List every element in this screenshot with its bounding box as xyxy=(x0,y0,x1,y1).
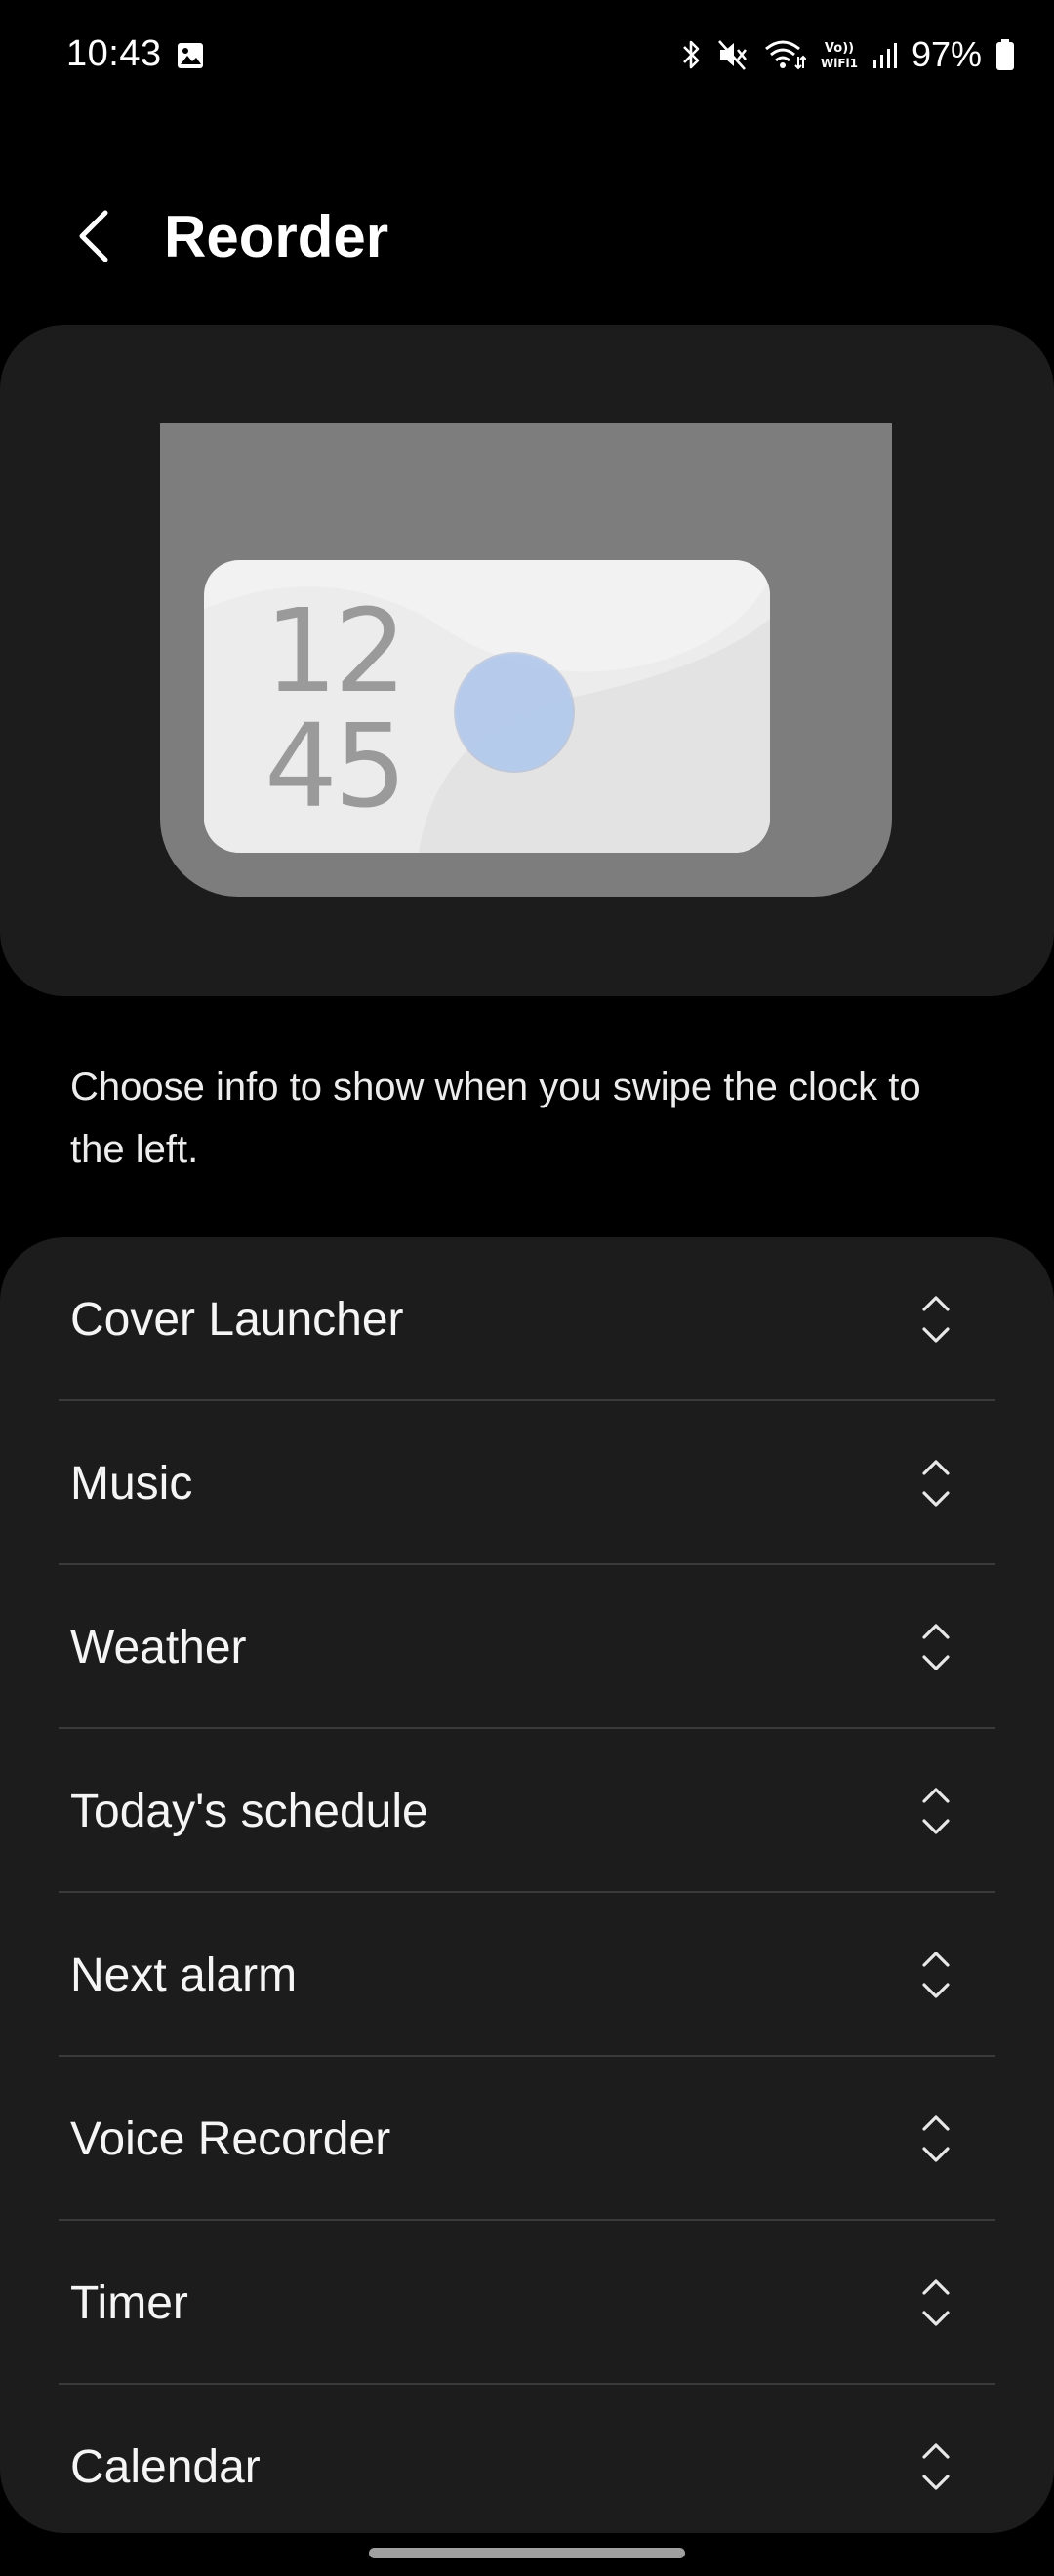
list-item[interactable]: Next alarm xyxy=(0,1893,1054,2057)
back-button[interactable] xyxy=(55,199,133,277)
clock-widget: 12 45 xyxy=(204,560,770,853)
vowifi-icon: Vo)) WiFi1 xyxy=(820,37,859,72)
description-text: Choose info to show when you swipe the c… xyxy=(70,1066,921,1171)
list-item-label: Cover Launcher xyxy=(70,1293,404,1346)
clock-minute: 45 xyxy=(264,699,407,833)
clock-hour: 12 xyxy=(264,584,407,718)
battery-icon xyxy=(995,37,1015,72)
reorder-handle-icon[interactable] xyxy=(902,1444,970,1522)
reorder-handle-icon[interactable] xyxy=(902,2428,970,2506)
battery-percent: 97% xyxy=(911,34,982,74)
list-item[interactable]: Timer xyxy=(0,2221,1054,2385)
bluetooth-icon xyxy=(679,37,703,72)
reorder-handle-icon[interactable] xyxy=(902,1280,970,1358)
status-time: 10:43 xyxy=(66,33,162,74)
list-item-label: Timer xyxy=(70,2276,188,2329)
list-item-label: Next alarm xyxy=(70,1949,298,2001)
list-item[interactable]: Today's schedule xyxy=(0,1729,1054,1893)
clock-digits: 12 45 xyxy=(261,593,407,824)
signal-icon xyxy=(872,37,898,72)
list-item[interactable]: Music xyxy=(0,1401,1054,1565)
list-item[interactable]: Cover Launcher xyxy=(0,1237,1054,1401)
preview-card: 12 45 xyxy=(0,325,1054,996)
reorder-handle-icon[interactable] xyxy=(902,1772,970,1850)
reorder-handle-icon[interactable] xyxy=(902,1936,970,2014)
app-bar: Reorder xyxy=(0,176,1054,293)
wifi-icon xyxy=(763,37,806,72)
vowifi-label-top: Vo)) xyxy=(825,41,854,56)
swipe-touch-indicator xyxy=(456,654,573,771)
reorder-list: Cover Launcher Music Weather Today's sch… xyxy=(0,1237,1054,2533)
reorder-handle-icon[interactable] xyxy=(902,2100,970,2178)
list-item-label: Calendar xyxy=(70,2440,261,2493)
list-item-label: Voice Recorder xyxy=(70,2113,391,2165)
list-item[interactable]: Voice Recorder xyxy=(0,2057,1054,2221)
list-item[interactable]: Weather xyxy=(0,1565,1054,1729)
gesture-navigation-bar[interactable] xyxy=(369,2548,685,2558)
list-item-label: Today's schedule xyxy=(70,1785,428,1837)
back-arrow-icon xyxy=(74,207,113,270)
gallery-icon xyxy=(176,41,205,75)
page-title: Reorder xyxy=(164,204,389,269)
mute-icon xyxy=(716,37,750,72)
status-bar: 10:43 Vo)) WiFi1 97% xyxy=(0,0,1054,107)
reorder-handle-icon[interactable] xyxy=(902,2264,970,2342)
list-item[interactable]: Calendar xyxy=(0,2385,1054,2533)
reorder-handle-icon[interactable] xyxy=(902,1608,970,1686)
status-icons: Vo)) WiFi1 97% xyxy=(679,33,1015,76)
list-item-label: Music xyxy=(70,1457,193,1509)
cover-screen-preview: 12 45 xyxy=(160,423,892,897)
vowifi-label-bottom: WiFi1 xyxy=(821,57,858,70)
list-item-label: Weather xyxy=(70,1621,247,1673)
